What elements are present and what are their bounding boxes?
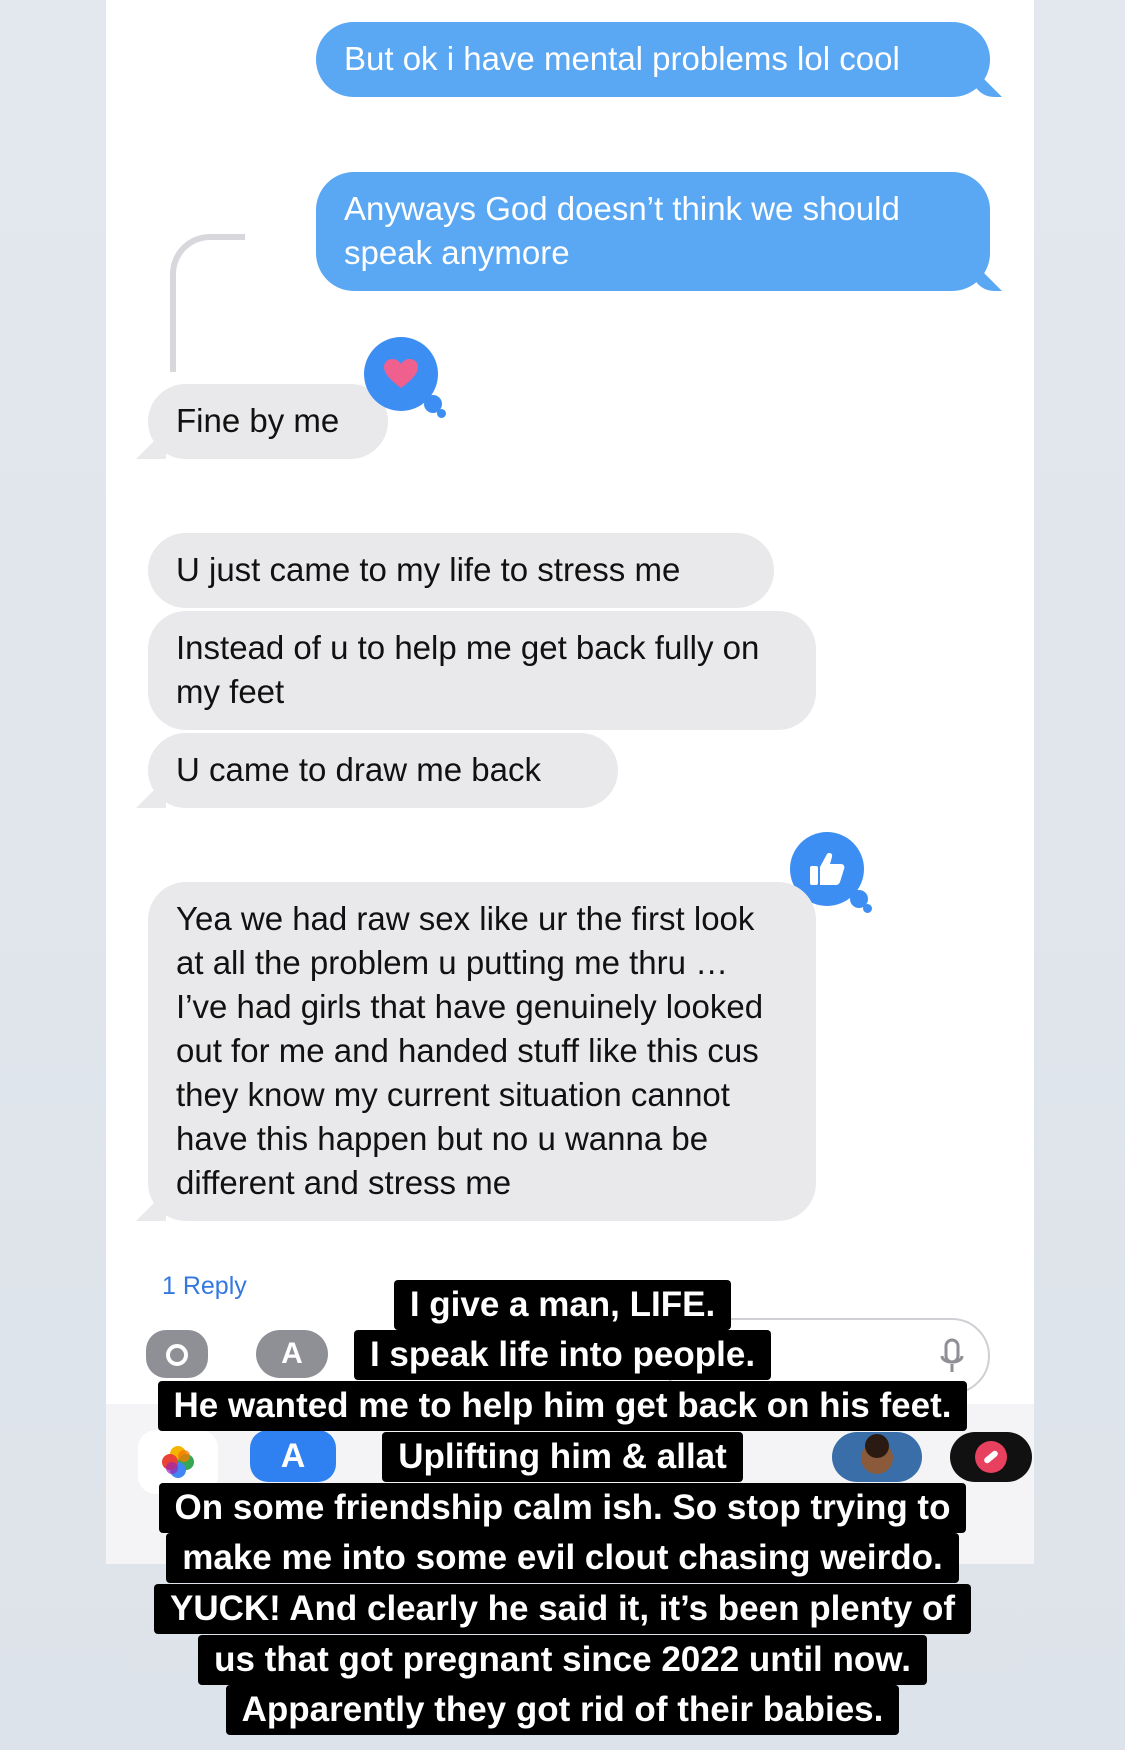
outgoing-message[interactable]: Anyways God doesn’t think we should spea… bbox=[316, 172, 990, 291]
message-text: U came to draw me back bbox=[176, 751, 541, 788]
story-caption-line: YUCK! And clearly he said it, it’s been … bbox=[0, 1584, 1125, 1634]
story-caption-line: He wanted me to help him get back on his… bbox=[0, 1381, 1125, 1431]
tapback-tail-dot bbox=[863, 904, 872, 913]
message-text: Fine by me bbox=[176, 402, 340, 439]
incoming-message[interactable]: Yea we had raw sex like ur the first loo… bbox=[148, 882, 816, 1221]
incoming-message[interactable]: Fine by me bbox=[148, 384, 388, 459]
thumbs-up-icon bbox=[810, 853, 845, 885]
story-caption-line: us that got pregnant since 2022 until no… bbox=[0, 1635, 1125, 1685]
story-caption-line: Uplifting him & allat bbox=[0, 1432, 1125, 1482]
story-caption-line: I speak life into people. bbox=[0, 1330, 1125, 1380]
message-text: Instead of u to help me get back fully o… bbox=[176, 629, 760, 710]
message-text: But ok i have mental problems lol cool bbox=[344, 40, 900, 77]
outgoing-message[interactable]: But ok i have mental problems lol cool bbox=[316, 22, 990, 97]
story-caption-line: On some friendship calm ish. So stop try… bbox=[0, 1483, 1125, 1533]
incoming-message[interactable]: U came to draw me back bbox=[148, 733, 618, 808]
message-text: U just came to my life to stress me bbox=[176, 551, 681, 588]
heart-tapback[interactable] bbox=[364, 337, 442, 413]
heart-icon bbox=[384, 359, 418, 388]
story-caption-line: make me into some evil clout chasing wei… bbox=[0, 1533, 1125, 1583]
tapback-tail-dot bbox=[437, 409, 446, 418]
incoming-message[interactable]: Instead of u to help me get back fully o… bbox=[148, 611, 816, 730]
incoming-message[interactable]: U just came to my life to stress me bbox=[148, 533, 774, 608]
message-text: Yea we had raw sex like ur the first loo… bbox=[176, 900, 764, 1201]
story-caption-line: I give a man, LIFE. bbox=[0, 1280, 1125, 1330]
reply-thread-line bbox=[170, 234, 245, 372]
message-text: Anyways God doesn’t think we should spea… bbox=[344, 190, 900, 271]
story-caption-line: Apparently they got rid of their babies. bbox=[0, 1685, 1125, 1735]
